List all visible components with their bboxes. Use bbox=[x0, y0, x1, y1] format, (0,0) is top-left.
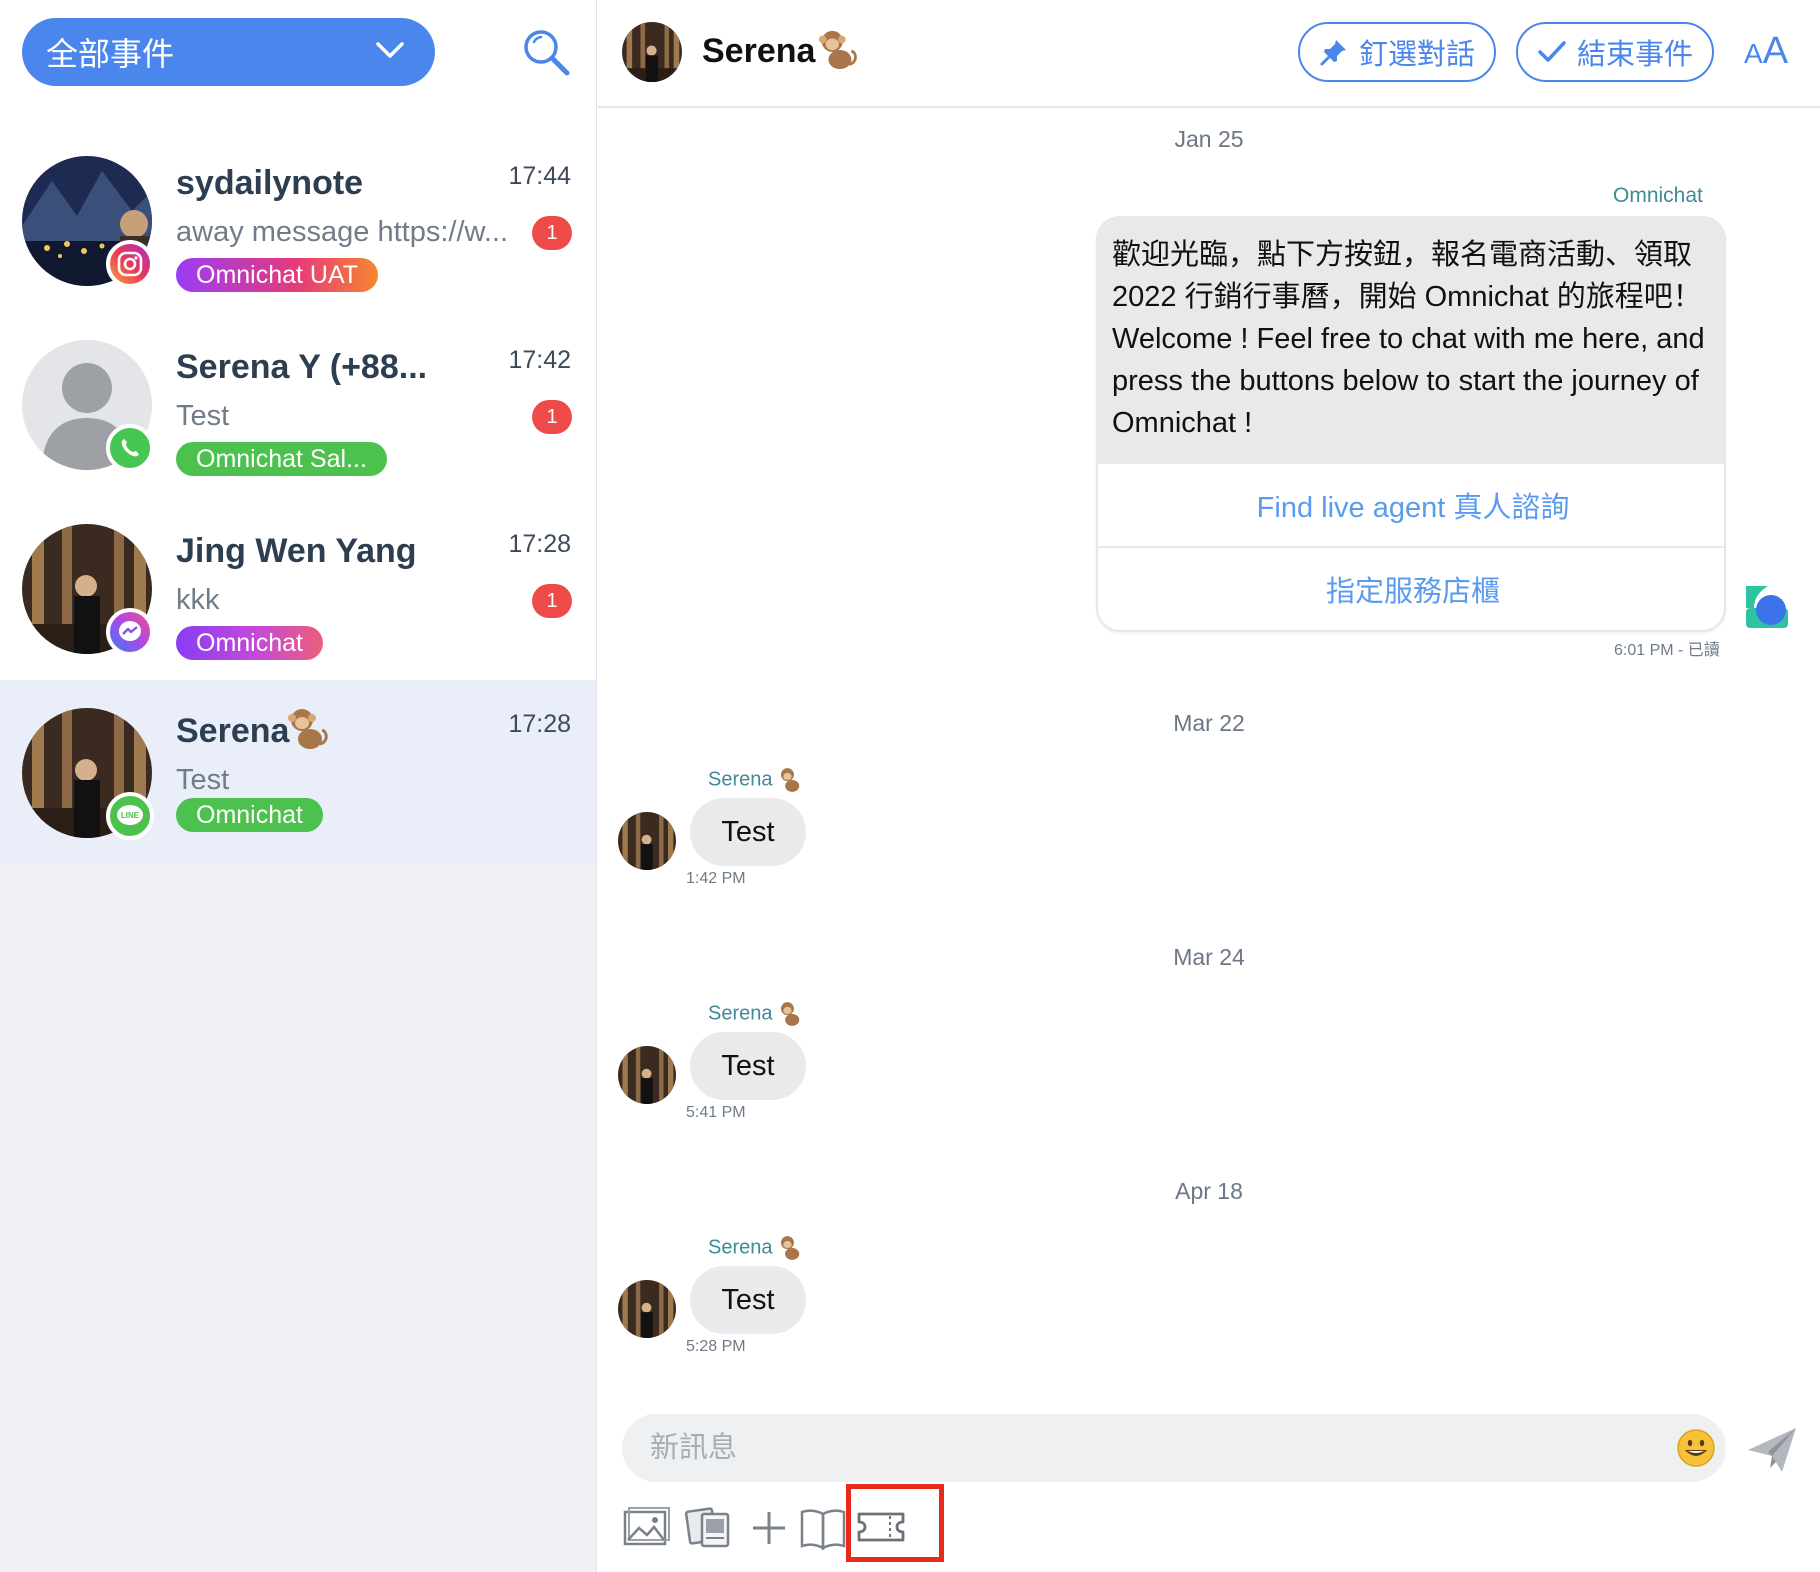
conversation-time: 17:28 bbox=[508, 710, 571, 738]
conversation-time: 17:44 bbox=[508, 162, 571, 190]
svg-text:LINE: LINE bbox=[121, 811, 140, 820]
chat-panel: Serena 釘選對話 結束事件 AA Jan 25 Mar 22 Mar 24… bbox=[598, 0, 1820, 1572]
message-time: 5:41 PM bbox=[686, 1104, 746, 1121]
message-sender: Serena bbox=[708, 1000, 804, 1028]
message-sender-name: Serena bbox=[708, 1002, 773, 1025]
assign-store-counter-button[interactable]: 指定服務店櫃 bbox=[1098, 546, 1724, 630]
message-bubble: Test bbox=[690, 1032, 806, 1100]
conversation-preview: away message https://w... bbox=[176, 216, 509, 248]
date-separator: Jan 25 bbox=[1174, 126, 1244, 152]
date-separator: Mar 24 bbox=[1173, 944, 1245, 970]
date-separator: Mar 22 bbox=[1173, 710, 1245, 736]
message-sender: Serena bbox=[708, 766, 804, 794]
pin-icon bbox=[1320, 40, 1346, 66]
message-bubble: Test bbox=[690, 1266, 806, 1334]
font-size-button[interactable]: AA bbox=[1744, 30, 1788, 73]
emoji-icon[interactable] bbox=[1676, 1428, 1716, 1468]
font-size-small-label: A bbox=[1744, 38, 1763, 69]
bot-message-card: 歡迎光臨，點下方按鈕，報名電商活動、領取 2022 行銷行事曆，開始 Omnic… bbox=[1096, 216, 1726, 632]
message-bubble: Test bbox=[690, 798, 806, 866]
conversation-sidebar: 全部事件 sydailynote 17:44 away message http… bbox=[0, 0, 597, 1572]
message-status: 6:01 PM - 已讀 bbox=[1614, 642, 1720, 659]
font-size-large-label: A bbox=[1762, 30, 1789, 72]
conversation-name: Jing Wen Yang bbox=[176, 532, 417, 570]
check-icon bbox=[1538, 41, 1566, 62]
conversation-item-jing-wen-yang[interactable]: Jing Wen Yang 17:28 kkk 1 Omnichat bbox=[0, 504, 596, 688]
instagram-icon bbox=[106, 240, 154, 288]
pin-conversation-button[interactable]: 釘選對話 bbox=[1298, 22, 1496, 82]
whatsapp-icon bbox=[106, 424, 154, 472]
channel-tag: Omnichat bbox=[176, 626, 323, 660]
book-icon[interactable] bbox=[798, 1502, 848, 1552]
find-live-agent-button[interactable]: Find live agent 真人諮詢 bbox=[1098, 462, 1724, 546]
search-icon[interactable] bbox=[520, 26, 572, 78]
chat-header: Serena 釘選對話 結束事件 AA bbox=[598, 0, 1820, 108]
avatar bbox=[618, 1280, 676, 1338]
pin-conversation-label: 釘選對話 bbox=[1358, 39, 1475, 71]
add-icon[interactable] bbox=[744, 1502, 794, 1552]
conversation-preview: kkk bbox=[176, 584, 220, 616]
conversation-name: Serena bbox=[176, 712, 290, 750]
conversation-preview: Test bbox=[176, 400, 230, 432]
conversation-time: 17:28 bbox=[508, 530, 571, 558]
message-sender: Serena bbox=[708, 1234, 804, 1262]
channel-tag: Omnichat Sal... bbox=[176, 442, 387, 476]
conversation-item-serena[interactable]: LINE Serena 17:28 Test Omnichat bbox=[0, 680, 596, 864]
avatar bbox=[618, 1046, 676, 1104]
event-filter-label: 全部事件 bbox=[46, 36, 175, 72]
messenger-icon bbox=[106, 608, 154, 656]
end-event-button[interactable]: 結束事件 bbox=[1516, 22, 1714, 82]
unread-badge: 1 bbox=[532, 216, 572, 250]
date-separator: Apr 18 bbox=[1175, 1178, 1243, 1204]
event-filter-dropdown[interactable]: 全部事件 bbox=[22, 18, 435, 86]
message-time: 1:42 PM bbox=[686, 870, 746, 887]
monkey-emoji-icon bbox=[781, 768, 800, 792]
highlight-box bbox=[846, 1484, 944, 1562]
omnichat-logo-icon bbox=[1746, 586, 1788, 628]
monkey-emoji-icon bbox=[781, 1002, 800, 1026]
chat-contact-name: Serena bbox=[702, 32, 816, 70]
message-input[interactable] bbox=[650, 1424, 1630, 1472]
avatar bbox=[622, 22, 682, 82]
line-icon: LINE bbox=[106, 792, 154, 840]
channel-tag: Omnichat bbox=[176, 798, 323, 832]
monkey-emoji-icon bbox=[818, 30, 857, 70]
conversation-name: Serena Y (+88... bbox=[176, 348, 428, 386]
monkey-emoji-icon bbox=[781, 1236, 800, 1260]
image-upload-icon[interactable] bbox=[622, 1502, 672, 1552]
avatar bbox=[618, 812, 676, 870]
message-time: 5:28 PM bbox=[686, 1338, 746, 1355]
message-composer bbox=[622, 1414, 1726, 1482]
message-sender-name: Serena bbox=[708, 1236, 773, 1259]
conversation-time: 17:42 bbox=[508, 346, 571, 374]
photo-gallery-icon[interactable] bbox=[684, 1502, 734, 1552]
unread-badge: 1 bbox=[532, 400, 572, 434]
send-icon[interactable] bbox=[1744, 1422, 1800, 1478]
message-sender-name: Serena bbox=[708, 768, 773, 791]
conversation-name: sydailynote bbox=[176, 164, 364, 202]
end-event-label: 結束事件 bbox=[1576, 39, 1693, 71]
message-sender: Omnichat bbox=[1613, 184, 1703, 207]
unread-badge: 1 bbox=[532, 584, 572, 618]
monkey-emoji-icon bbox=[288, 709, 328, 749]
channel-tag: Omnichat UAT bbox=[176, 258, 379, 292]
conversation-list: 全部事件 sydailynote 17:44 away message http… bbox=[0, 0, 596, 864]
bot-message-text: 歡迎光臨，點下方按鈕，報名電商活動、領取 2022 行銷行事曆，開始 Omnic… bbox=[1098, 218, 1724, 462]
conversation-item-serena-y[interactable]: Serena Y (+88... 17:42 Test 1 Omnichat S… bbox=[0, 320, 596, 504]
conversation-preview: Test bbox=[176, 764, 230, 796]
chevron-down-icon bbox=[376, 42, 404, 58]
conversation-item-sydailynote[interactable]: sydailynote 17:44 away message https://w… bbox=[0, 136, 596, 320]
